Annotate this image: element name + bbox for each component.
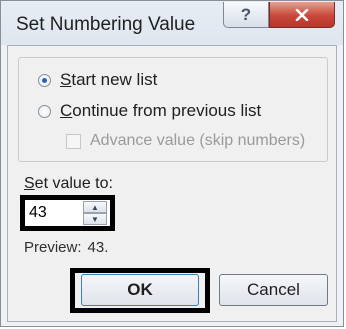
chevron-up-icon: ▲ (91, 202, 99, 212)
increment-button[interactable]: ▲ (83, 201, 107, 213)
advance-value-option[interactable]: Advance value (skip numbers) (66, 132, 305, 150)
start-new-list-label: Start new list (60, 70, 158, 89)
set-value-input[interactable] (25, 200, 81, 226)
spin-buttons: ▲ ▼ (83, 201, 107, 225)
set-value-stepper: ▲ ▼ (20, 195, 115, 231)
preview-label: Preview: (24, 239, 82, 256)
preview-value: 43. (87, 239, 109, 256)
start-new-list-option[interactable]: Start new list (38, 70, 157, 90)
dialog-body: Start new list Continue from previous li… (7, 45, 337, 322)
set-value-label: Set value to: (24, 175, 113, 192)
title-bar: Set Numbering Value ? (1, 1, 343, 45)
dialog-title: Set Numbering Value (16, 14, 196, 35)
continue-previous-list-label: Continue from previous list (60, 101, 262, 120)
ok-button[interactable]: OK (81, 274, 199, 306)
start-new-list-radio[interactable] (38, 73, 51, 87)
close-button[interactable] (269, 2, 335, 28)
help-button[interactable]: ? (223, 2, 269, 28)
chevron-down-icon: ▼ (91, 214, 99, 224)
numbering-options-group: Start new list Continue from previous li… (18, 57, 328, 162)
continue-previous-list-radio[interactable] (38, 104, 51, 118)
preview-text: Preview: 43. (24, 239, 108, 256)
advance-value-label: Advance value (skip numbers) (90, 132, 306, 149)
continue-previous-list-option[interactable]: Continue from previous list (38, 101, 261, 121)
close-icon (295, 8, 309, 21)
cancel-button[interactable]: Cancel (219, 274, 328, 306)
help-icon: ? (240, 4, 252, 24)
set-numbering-value-dialog: Set Numbering Value ? Start new list Con… (0, 0, 344, 327)
advance-value-checkbox[interactable] (66, 133, 81, 149)
decrement-button[interactable]: ▼ (83, 213, 107, 225)
